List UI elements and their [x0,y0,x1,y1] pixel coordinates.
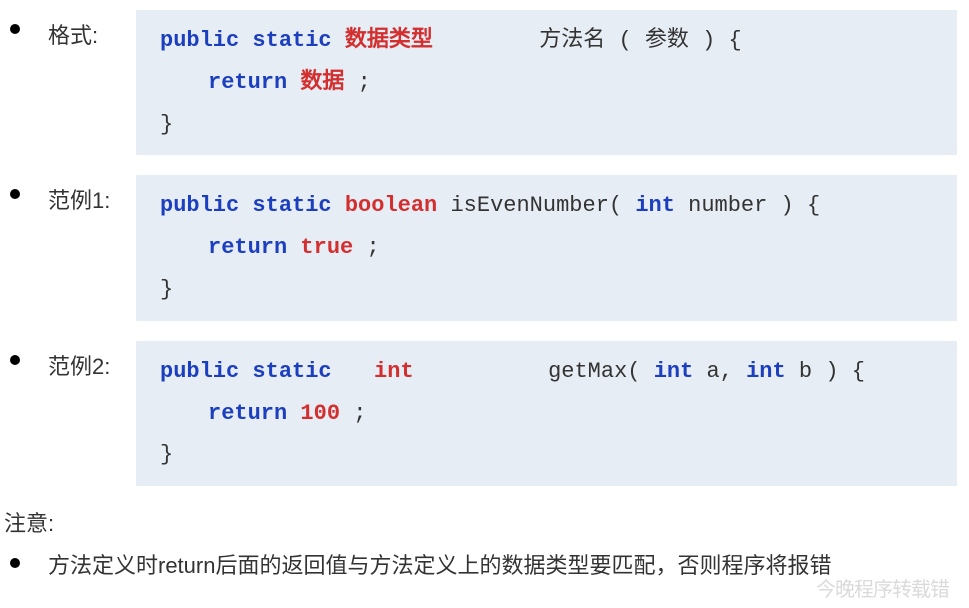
semicolon: ; [353,401,366,426]
param: number ) { [675,193,820,218]
keyword: public static [160,359,332,384]
brace-close: } [160,442,173,467]
code-line: return 数据 ; [160,62,933,104]
notice-header: 注意: [0,506,969,538]
brace-close: } [160,277,173,302]
code-line: } [160,269,933,311]
value-100: 100 [300,401,340,426]
bullet-icon [10,189,20,199]
notice-text: 方法定义时return后面的返回值与方法定义上的数据类型要匹配，否则程序将报错 [48,544,969,580]
keyword: return [208,70,287,95]
bullet-icon [10,355,20,365]
type-int: int [374,359,414,384]
type-boolean: boolean [345,193,437,218]
code-line: } [160,104,933,146]
param: b ) { [786,359,865,384]
code-line: return 100 ; [160,393,933,435]
value-placeholder: 数据 [300,70,344,95]
method-name: isEvenNumber( [450,193,622,218]
keyword: return [208,401,287,426]
bullet-icon [10,558,20,568]
code-line: public static boolean isEvenNumber( int … [160,185,933,227]
code-block-example2: public static int getMax( int a, int b )… [136,341,957,486]
section-example1: 范例1: public static boolean isEvenNumber(… [0,175,969,320]
method-shape: 方法名 ( 参数 ) { [539,28,741,53]
code-block-example1: public static boolean isEvenNumber( int … [136,175,957,320]
brace-close: } [160,112,173,137]
code-line: public static int getMax( int a, int b )… [160,351,933,393]
keyword: public static [160,28,332,53]
type-placeholder: 数据类型 [345,28,433,53]
bullet-icon [10,24,20,34]
code-line: public static 数据类型 方法名 ( 参数 ) { [160,20,933,62]
code-line: return true ; [160,227,933,269]
keyword: int [635,193,675,218]
label-example1: 范例1: [48,175,136,215]
label-format: 格式: [48,10,136,50]
semicolon: ; [358,70,371,95]
keyword: return [208,235,287,260]
semicolon: ; [366,235,379,260]
keyword: public static [160,193,332,218]
label-example2: 范例2: [48,341,136,381]
code-block-format: public static 数据类型 方法名 ( 参数 ) { return 数… [136,10,957,155]
section-example2: 范例2: public static int getMax( int a, in… [0,341,969,486]
section-format: 格式: public static 数据类型 方法名 ( 参数 ) { retu… [0,10,969,155]
code-line: } [160,434,933,476]
param: a, [693,359,733,384]
notice-line: 方法定义时return后面的返回值与方法定义上的数据类型要匹配，否则程序将报错 [0,544,969,580]
keyword: int [654,359,694,384]
value-true: true [300,235,353,260]
method-name: getMax( [548,359,640,384]
keyword: int [746,359,786,384]
